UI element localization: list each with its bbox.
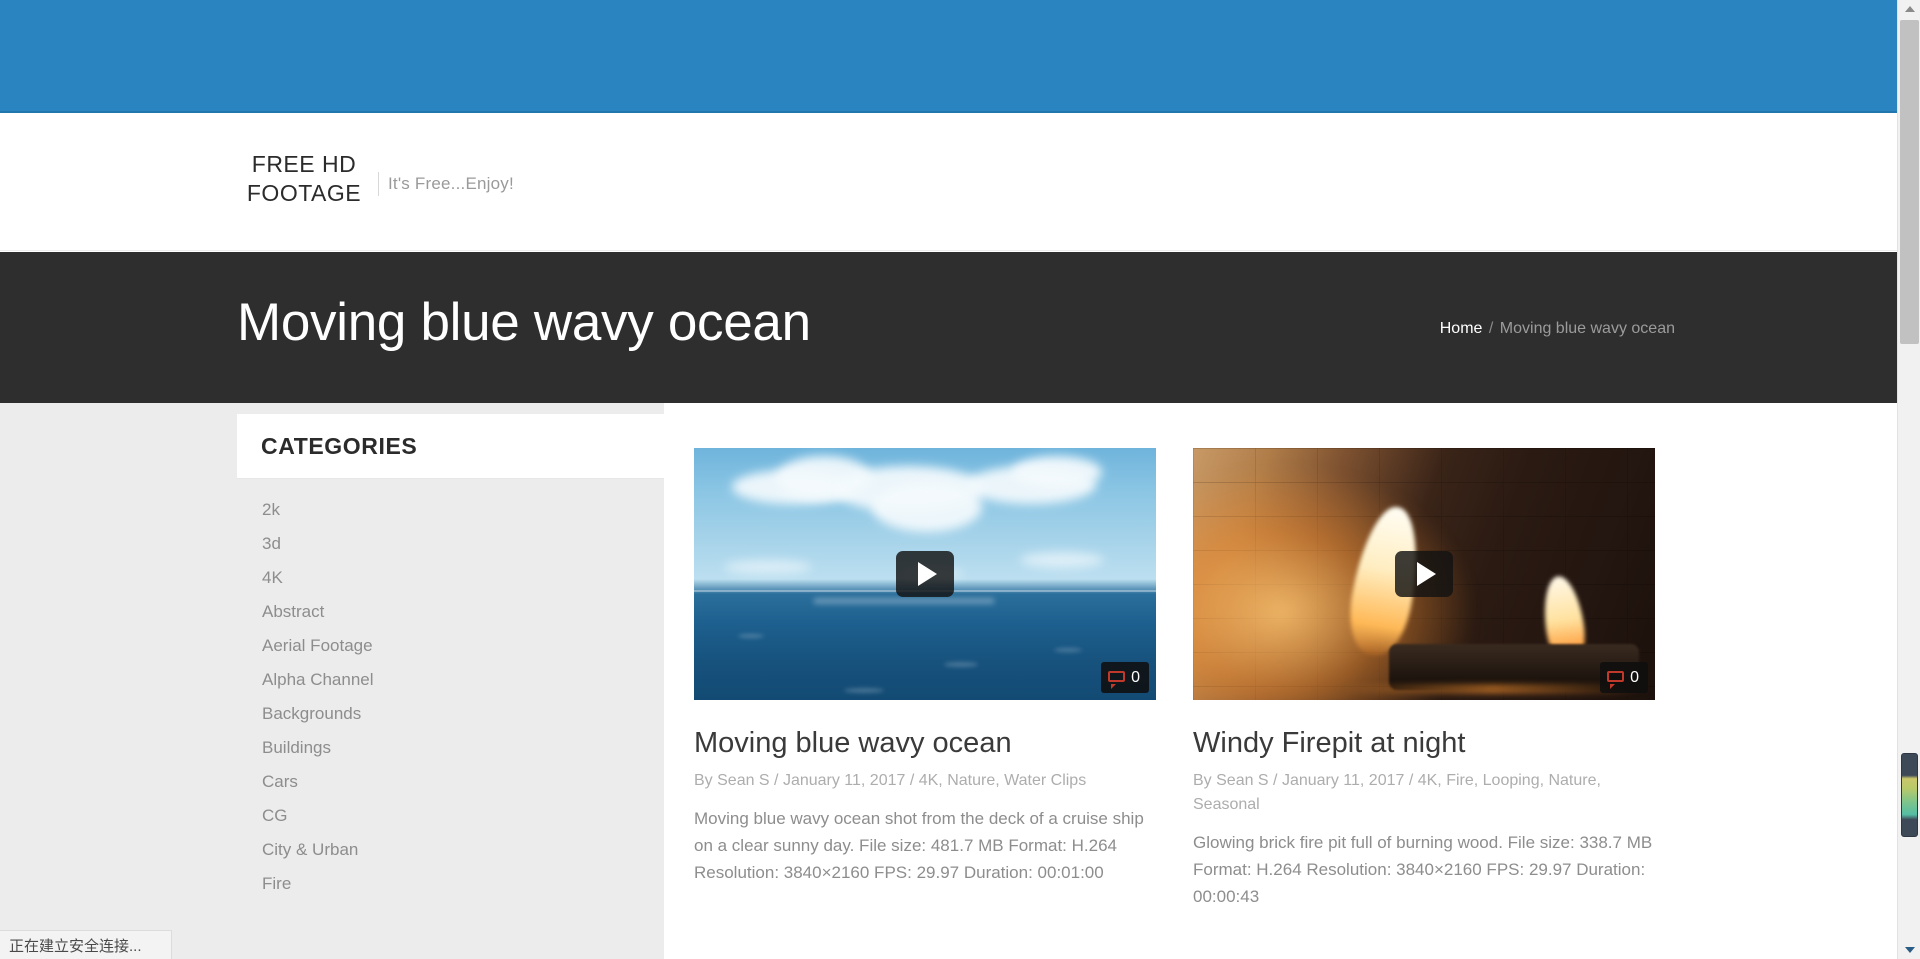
triangle-up-icon xyxy=(1904,6,1915,12)
browser-status-bar: 正在建立安全连接... xyxy=(0,930,172,959)
category-item[interactable]: Fire xyxy=(237,867,664,901)
scrollbar-indicator-widget[interactable] xyxy=(1901,753,1918,837)
comment-count-badge[interactable]: 0 xyxy=(1600,662,1648,693)
category-item[interactable]: Backgrounds xyxy=(237,697,664,731)
category-item[interactable]: Buildings xyxy=(237,731,664,765)
category-item[interactable]: 3d xyxy=(237,527,664,561)
video-description: Glowing brick fire pit full of burning w… xyxy=(1193,833,1653,906)
logo-line-1: FREE HD xyxy=(251,151,357,177)
video-meta: By Sean S / January 11, 2017 / 4K, Natur… xyxy=(694,772,1087,789)
video-grid: 0 Moving blue wavy ocean By Sean S / Jan… xyxy=(694,448,1874,910)
categories-widget-title: CATEGORIES xyxy=(261,432,418,459)
category-item[interactable]: CG xyxy=(237,799,664,833)
video-meta: By Sean S / January 11, 2017 / 4K, Fire,… xyxy=(1193,772,1601,813)
categories-list: 2k 3d 4K Abstract Aerial Footage Alpha C… xyxy=(237,479,664,901)
top-blue-banner xyxy=(0,0,1897,113)
comment-bubble-icon xyxy=(1607,670,1625,689)
status-bar-text: 正在建立安全连接... xyxy=(9,937,142,955)
video-card: 0 Windy Firepit at night By Sean S / Jan… xyxy=(1193,448,1655,910)
category-item[interactable]: 2k xyxy=(237,493,664,527)
page-title: Moving blue wavy ocean xyxy=(237,293,811,352)
play-icon xyxy=(917,562,937,586)
breadcrumb-separator: / xyxy=(1488,320,1494,337)
scrollbar-thumb[interactable] xyxy=(1900,20,1919,344)
site-logo[interactable]: FREE HD FOOTAGE xyxy=(244,150,364,208)
category-item[interactable]: Cars xyxy=(237,765,664,799)
video-title[interactable]: Windy Firepit at night xyxy=(1193,726,1655,760)
page-scrollbar[interactable] xyxy=(1897,0,1920,959)
scroll-up-button[interactable] xyxy=(1898,0,1920,18)
scroll-down-button[interactable] xyxy=(1898,941,1920,959)
triangle-down-icon xyxy=(1904,947,1915,953)
breadcrumb: Home / Moving blue wavy ocean xyxy=(1440,320,1675,338)
categories-widget: CATEGORIES 2k 3d 4K Abstract Aerial Foot… xyxy=(237,414,664,901)
content-area: CATEGORIES 2k 3d 4K Abstract Aerial Foot… xyxy=(0,403,1897,959)
play-icon xyxy=(1416,562,1436,586)
video-thumbnail-ocean[interactable]: 0 xyxy=(694,448,1156,700)
video-thumbnail-firepit[interactable]: 0 xyxy=(1193,448,1655,700)
comment-count: 0 xyxy=(1630,668,1639,686)
comment-bubble-icon xyxy=(1108,670,1126,689)
comment-count-badge[interactable]: 0 xyxy=(1101,662,1149,693)
category-item[interactable]: City & Urban xyxy=(237,833,664,867)
video-description: Moving blue wavy ocean shot from the dec… xyxy=(694,809,1144,882)
play-button[interactable] xyxy=(1395,551,1453,597)
play-button[interactable] xyxy=(896,551,954,597)
category-item[interactable]: Abstract xyxy=(237,595,664,629)
comment-count: 0 xyxy=(1131,668,1140,686)
category-item[interactable]: Alpha Channel xyxy=(237,663,664,697)
video-title[interactable]: Moving blue wavy ocean xyxy=(694,726,1156,760)
browser-viewport: FREE HD FOOTAGE It's Free...Enjoy! Movin… xyxy=(0,0,1920,959)
logo-line-2: FOOTAGE xyxy=(246,180,362,206)
logo-divider xyxy=(378,172,379,196)
breadcrumb-current: Moving blue wavy ocean xyxy=(1499,320,1675,337)
category-item[interactable]: 4K xyxy=(237,561,664,595)
category-item[interactable]: Aerial Footage xyxy=(237,629,664,663)
video-card: 0 Moving blue wavy ocean By Sean S / Jan… xyxy=(694,448,1156,910)
breadcrumb-home-link[interactable]: Home xyxy=(1440,320,1483,337)
sidebar: CATEGORIES 2k 3d 4K Abstract Aerial Foot… xyxy=(237,403,664,959)
site-tagline: It's Free...Enjoy! xyxy=(388,174,514,193)
categories-widget-header: CATEGORIES xyxy=(237,414,664,479)
